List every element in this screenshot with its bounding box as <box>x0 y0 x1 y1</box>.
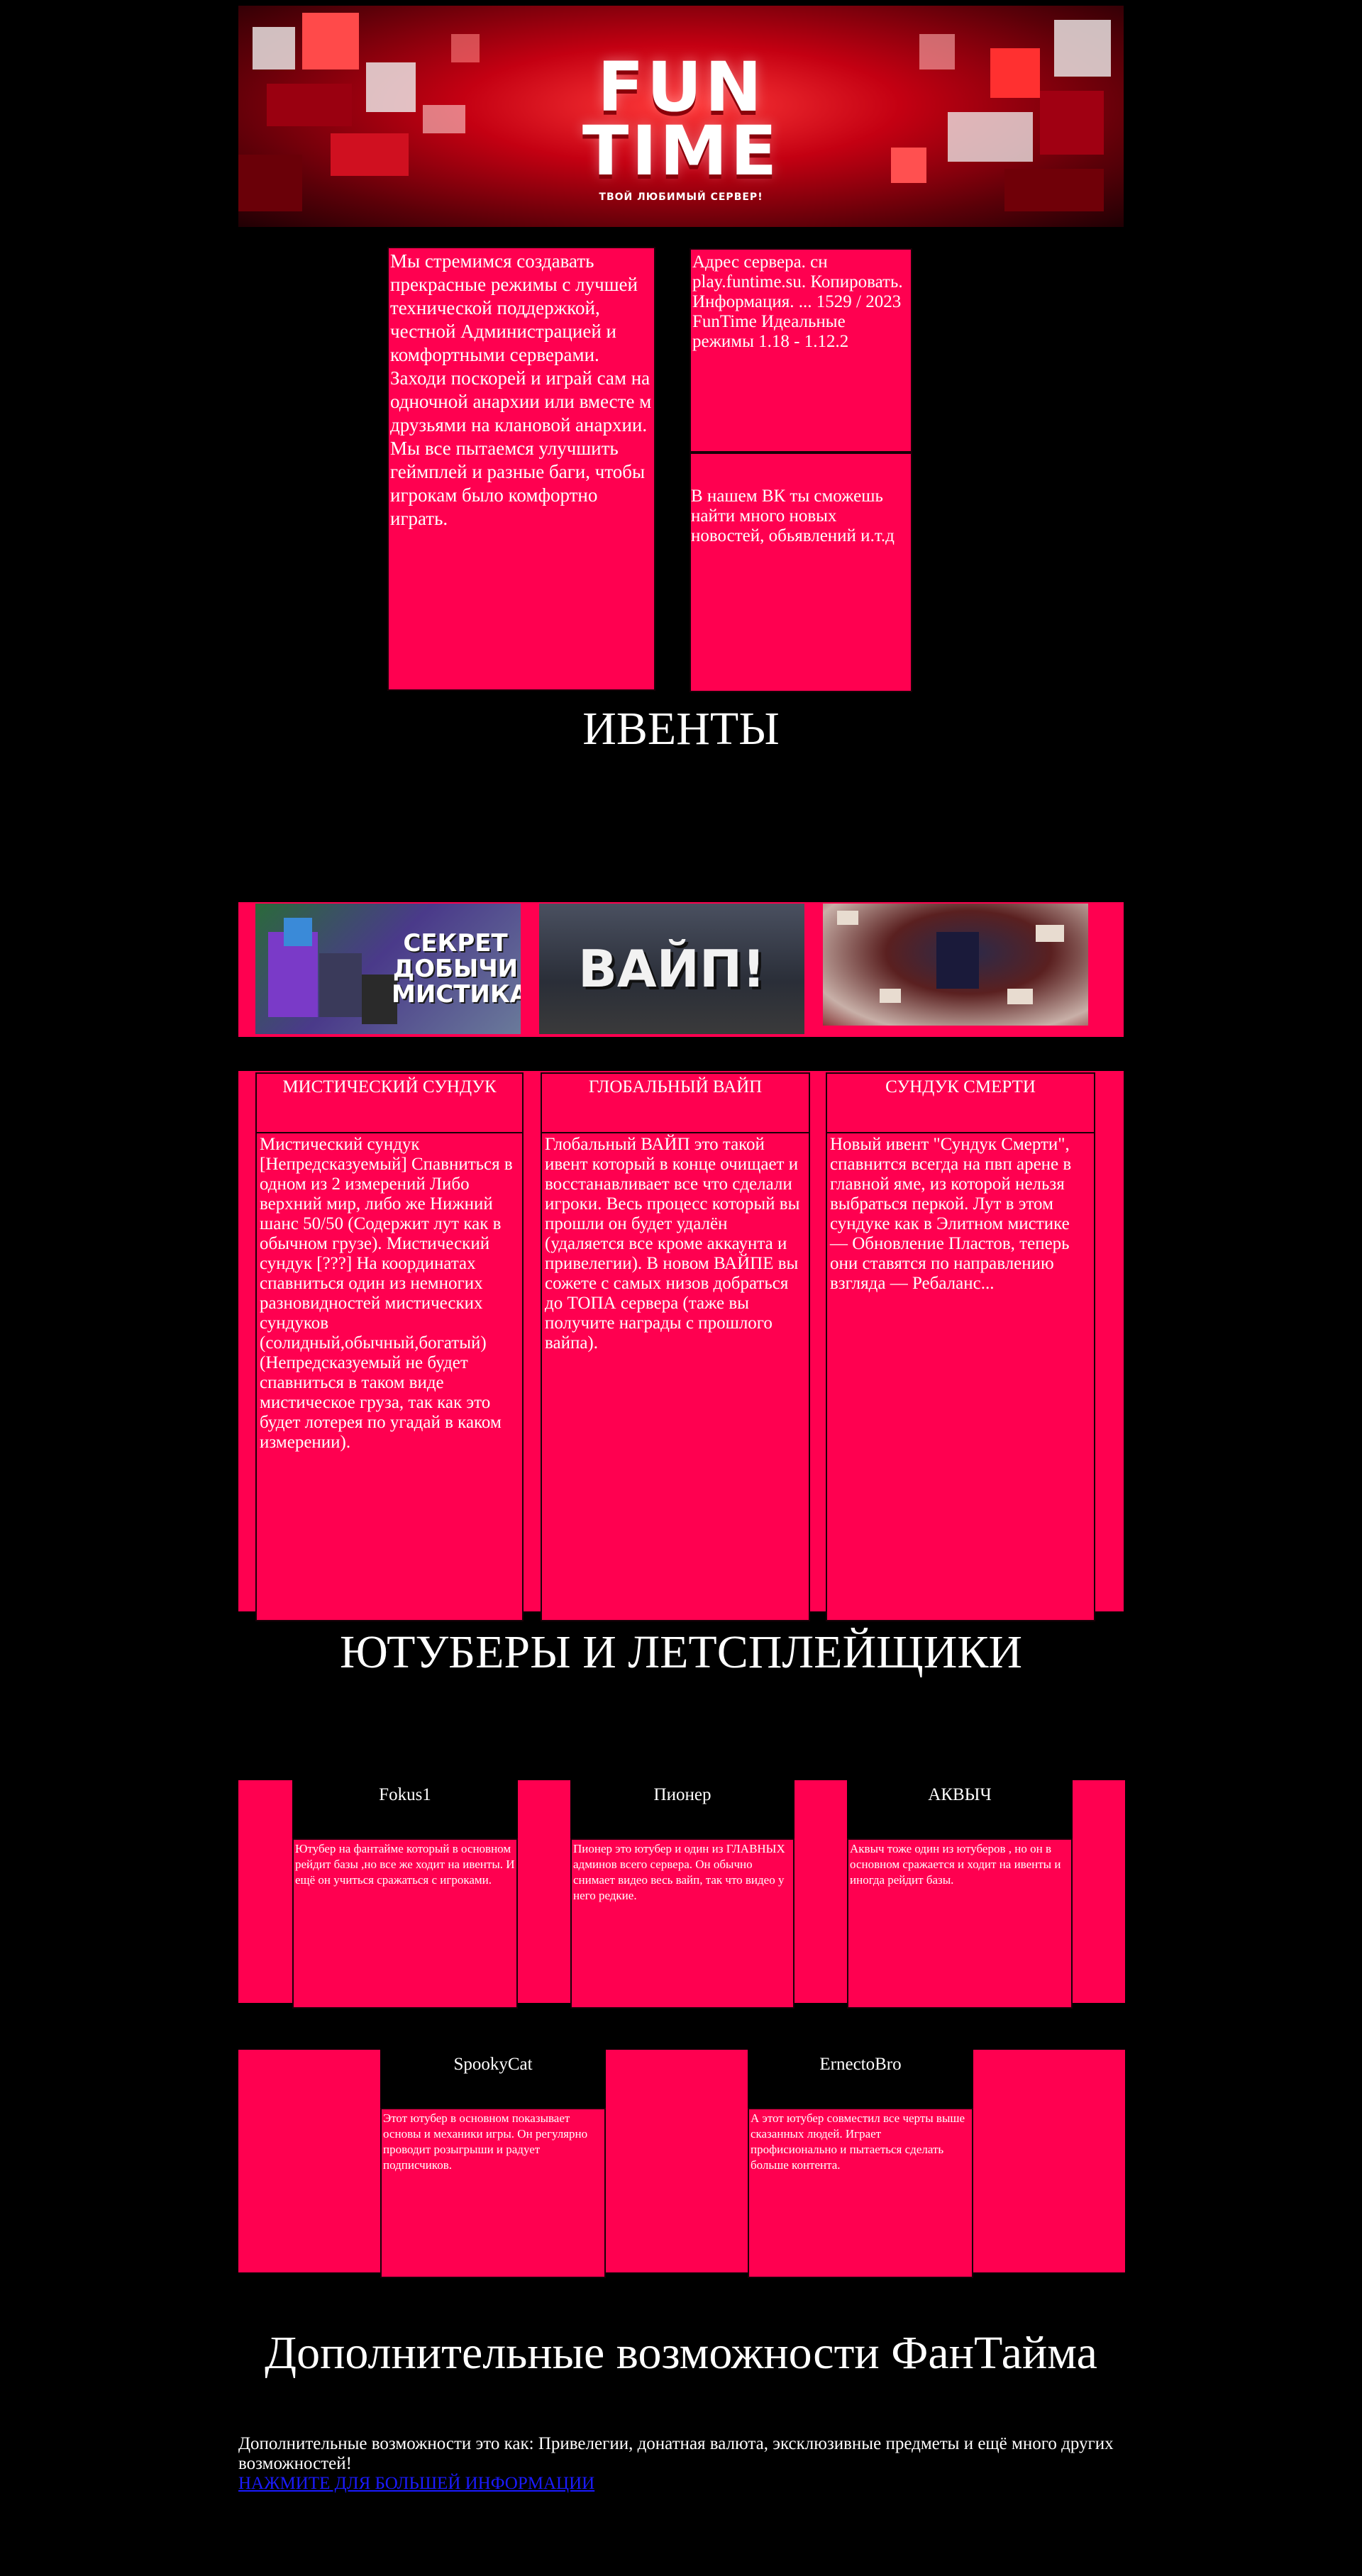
extra-block: Дополнительные возможности это как: Прив… <box>238 2434 1125 2494</box>
extra-heading: Дополнительные возможности ФанТайма <box>265 2327 1097 2379</box>
youtuber-name-fokus1: Fokus1 <box>292 1780 518 1838</box>
youtuber-name-spookycat: SpookyCat <box>380 2050 606 2108</box>
banner-image: FUN TIME ТВОЙ ЛЮБИМЫЙ СЕРВЕР! <box>238 6 1124 227</box>
about-box: Мы стремимся создавать прекрасные режимы… <box>387 247 655 691</box>
youtuber-card-ernectobro: ErnectoBro А этот ютубер совместил все ч… <box>748 2050 973 2278</box>
event-text-mystic: Мистический сундук [Непредсказуемый] Спа… <box>255 1133 524 1621</box>
about-text: Мы стремимся создавать прекрасные режимы… <box>390 250 652 529</box>
youtuber-card-pioneer: Пионер Пионер это ютубер и один из ГЛАВН… <box>570 1780 794 2009</box>
server-info-box: Адрес сервера. сн play.funtime.su. Копир… <box>690 248 912 453</box>
event-text-death-chest: Новый ивент "Сундук Смерти", спавнится в… <box>826 1133 1095 1621</box>
youtubers-heading: ЮТУБЕРЫ И ЛЕТСПЛЕЙЩИКИ <box>339 1626 1023 1678</box>
server-info-text: Адрес сервера. сн play.funtime.su. Копир… <box>692 252 903 351</box>
event-title-mystic: МИСТИЧЕСКИЙ СУНДУК <box>255 1072 524 1133</box>
event-card-death-chest: СУНДУК СМЕРТИ Новый ивент "Сундук Смерти… <box>826 1072 1095 1621</box>
youtubers-row2-strip <box>238 2050 1125 2272</box>
banner-logo: FUN TIME <box>582 48 780 191</box>
youtuber-name-akvych: АКВЫЧ <box>847 1780 1073 1838</box>
youtuber-text-akvych: Аквыч тоже один из ютуберов , но он в ос… <box>847 1838 1073 2009</box>
more-info-link[interactable]: НАЖМИТЕ ДЛЯ БОЛЬШЕЙ ИНФОРМАЦИИ <box>238 2474 594 2493</box>
youtuber-card-fokus1: Fokus1 Ютубер на фантайме который в осно… <box>292 1780 518 2009</box>
youtuber-text-spookycat: Этот ютубер в основном показывает основы… <box>380 2108 606 2278</box>
vk-text: В нашем ВК ты сможешь найти много новых … <box>691 487 895 545</box>
youtuber-text-pioneer: Пионер это ютубер и один из ГЛАВНЫХ адми… <box>570 1838 794 2009</box>
youtuber-text-ernectobro: А этот ютубер совместил все черты выше с… <box>748 2108 973 2278</box>
event-card-mystic: МИСТИЧЕСКИЙ СУНДУК Мистический сундук [Н… <box>255 1072 524 1621</box>
extra-text: Дополнительные возможности это как: Прив… <box>238 2434 1114 2473</box>
event-title-wipe: ГЛОБАЛЬНЫЙ ВАЙП <box>541 1072 810 1133</box>
youtuber-name-pioneer: Пионер <box>570 1780 794 1838</box>
youtuber-card-spookycat: SpookyCat Этот ютубер в основном показыв… <box>380 2050 606 2278</box>
youtuber-text-fokus1: Ютубер на фантайме который в основном ре… <box>292 1838 518 2009</box>
event-image-wipe: ВАЙП! <box>539 904 804 1034</box>
event-title-death-chest: СУНДУК СМЕРТИ <box>826 1072 1095 1133</box>
event-text-wipe: Глобальный ВАЙП это такой ивент который … <box>541 1133 810 1621</box>
events-heading: ИВЕНТЫ <box>582 703 780 755</box>
vk-box: В нашем ВК ты сможешь найти много новых … <box>690 453 912 692</box>
event-image-death-chest <box>823 904 1088 1026</box>
event-card-wipe: ГЛОБАЛЬНЫЙ ВАЙП Глобальный ВАЙП это тако… <box>541 1072 810 1621</box>
event-image-mystic: СЕКРЕТ ДОБЫЧИ МИСТИКА <box>255 904 521 1034</box>
banner-tagline: ТВОЙ ЛЮБИМЫЙ СЕРВЕР! <box>599 191 763 203</box>
youtuber-name-ernectobro: ErnectoBro <box>748 2050 973 2108</box>
youtuber-card-akvych: АКВЫЧ Аквыч тоже один из ютуберов , но о… <box>847 1780 1073 2009</box>
